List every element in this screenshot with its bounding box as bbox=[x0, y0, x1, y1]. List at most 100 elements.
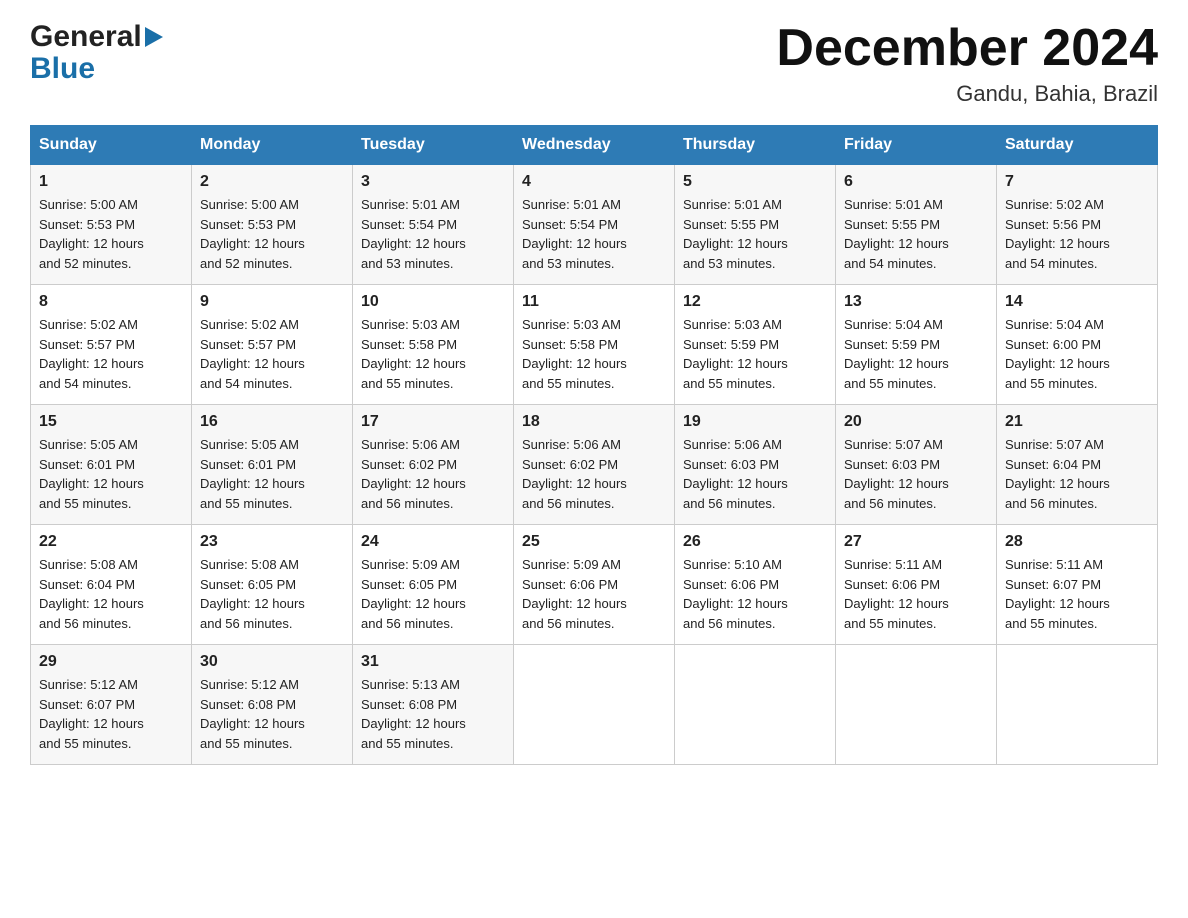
calendar-cell: 8Sunrise: 5:02 AMSunset: 5:57 PMDaylight… bbox=[31, 285, 192, 405]
logo-triangle-icon bbox=[145, 27, 163, 47]
col-header-friday: Friday bbox=[836, 126, 997, 165]
calendar-cell: 3 Sunrise: 5:01 AMSunset: 5:54 PMDaylight… bbox=[353, 165, 514, 285]
col-header-monday: Monday bbox=[192, 126, 353, 165]
calendar-cell: 26 Sunrise: 5:10 AMSunset: 6:06 PMDayligh… bbox=[675, 525, 836, 645]
day-number: 31 bbox=[361, 653, 505, 671]
day-info: Sunrise: 5:02 AMSunset: 5:57 PMDaylight:… bbox=[200, 315, 344, 393]
day-info: Sunrise: 5:07 AMSunset: 6:04 PMDaylight:… bbox=[1005, 435, 1149, 513]
day-info: Sunrise: 5:12 AMSunset: 6:08 PMDaylight:… bbox=[200, 675, 344, 753]
calendar-header-row: SundayMondayTuesdayWednesdayThursdayFrid… bbox=[31, 126, 1158, 165]
col-header-saturday: Saturday bbox=[997, 126, 1158, 165]
day-info: Sunrise: 5:10 AMSunset: 6:06 PMDaylight:… bbox=[683, 555, 827, 633]
calendar-cell: 18Sunrise: 5:06 AMSunset: 6:02 PMDayligh… bbox=[514, 405, 675, 525]
day-info: Sunrise: 5:00 AMSunset: 5:53 PMDaylight:… bbox=[200, 195, 344, 273]
logo-general-text: General bbox=[30, 20, 142, 54]
calendar-cell bbox=[836, 645, 997, 765]
calendar-cell: 17 Sunrise: 5:06 AMSunset: 6:02 PMDayligh… bbox=[353, 405, 514, 525]
day-number: 28 bbox=[1005, 533, 1149, 551]
day-info: Sunrise: 5:03 AMSunset: 5:59 PMDaylight:… bbox=[683, 315, 827, 393]
day-info: Sunrise: 5:03 AMSunset: 5:58 PMDaylight:… bbox=[522, 315, 666, 393]
calendar-cell bbox=[514, 645, 675, 765]
calendar-cell: 22 Sunrise: 5:08 AMSunset: 6:04 PMDayligh… bbox=[31, 525, 192, 645]
calendar-cell: 6Sunrise: 5:01 AMSunset: 5:55 PMDaylight… bbox=[836, 165, 997, 285]
day-info: Sunrise: 5:04 AMSunset: 6:00 PMDaylight:… bbox=[1005, 315, 1149, 393]
calendar-cell: 11 Sunrise: 5:03 AMSunset: 5:58 PMDayligh… bbox=[514, 285, 675, 405]
day-number: 21 bbox=[1005, 413, 1149, 431]
day-number: 6 bbox=[844, 173, 988, 191]
day-number: 20 bbox=[844, 413, 988, 431]
calendar-week-row: 1 Sunrise: 5:00 AMSunset: 5:53 PMDaylight… bbox=[31, 165, 1158, 285]
day-info: Sunrise: 5:00 AMSunset: 5:53 PMDaylight:… bbox=[39, 195, 183, 273]
calendar-cell: 2 Sunrise: 5:00 AMSunset: 5:53 PMDaylight… bbox=[192, 165, 353, 285]
day-info: Sunrise: 5:02 AMSunset: 5:56 PMDaylight:… bbox=[1005, 195, 1149, 273]
day-number: 26 bbox=[683, 533, 827, 551]
day-info: Sunrise: 5:09 AMSunset: 6:05 PMDaylight:… bbox=[361, 555, 505, 633]
day-number: 27 bbox=[844, 533, 988, 551]
day-number: 16 bbox=[200, 413, 344, 431]
day-info: Sunrise: 5:07 AMSunset: 6:03 PMDaylight:… bbox=[844, 435, 988, 513]
calendar-cell: 25 Sunrise: 5:09 AMSunset: 6:06 PMDayligh… bbox=[514, 525, 675, 645]
day-info: Sunrise: 5:02 AMSunset: 5:57 PMDaylight:… bbox=[39, 315, 183, 393]
day-number: 12 bbox=[683, 293, 827, 311]
day-number: 3 bbox=[361, 173, 505, 191]
calendar-cell: 1 Sunrise: 5:00 AMSunset: 5:53 PMDaylight… bbox=[31, 165, 192, 285]
calendar-cell: 28 Sunrise: 5:11 AMSunset: 6:07 PMDayligh… bbox=[997, 525, 1158, 645]
calendar-week-row: 22 Sunrise: 5:08 AMSunset: 6:04 PMDayligh… bbox=[31, 525, 1158, 645]
day-info: Sunrise: 5:11 AMSunset: 6:06 PMDaylight:… bbox=[844, 555, 988, 633]
col-header-tuesday: Tuesday bbox=[353, 126, 514, 165]
calendar-week-row: 8Sunrise: 5:02 AMSunset: 5:57 PMDaylight… bbox=[31, 285, 1158, 405]
day-info: Sunrise: 5:06 AMSunset: 6:02 PMDaylight:… bbox=[361, 435, 505, 513]
day-info: Sunrise: 5:01 AMSunset: 5:54 PMDaylight:… bbox=[361, 195, 505, 273]
day-number: 11 bbox=[522, 293, 666, 311]
calendar-cell: 29Sunrise: 5:12 AMSunset: 6:07 PMDayligh… bbox=[31, 645, 192, 765]
page-header: General Blue December 2024 Gandu, Bahia,… bbox=[30, 20, 1158, 107]
calendar-cell: 31Sunrise: 5:13 AMSunset: 6:08 PMDayligh… bbox=[353, 645, 514, 765]
calendar-cell: 24 Sunrise: 5:09 AMSunset: 6:05 PMDayligh… bbox=[353, 525, 514, 645]
calendar-cell: 23Sunrise: 5:08 AMSunset: 6:05 PMDayligh… bbox=[192, 525, 353, 645]
day-number: 24 bbox=[361, 533, 505, 551]
day-number: 15 bbox=[39, 413, 183, 431]
calendar-cell: 4Sunrise: 5:01 AMSunset: 5:54 PMDaylight… bbox=[514, 165, 675, 285]
day-number: 10 bbox=[361, 293, 505, 311]
calendar-cell: 21 Sunrise: 5:07 AMSunset: 6:04 PMDayligh… bbox=[997, 405, 1158, 525]
title-block: December 2024 Gandu, Bahia, Brazil bbox=[776, 20, 1158, 107]
calendar-cell: 20 Sunrise: 5:07 AMSunset: 6:03 PMDayligh… bbox=[836, 405, 997, 525]
calendar-cell: 14 Sunrise: 5:04 AMSunset: 6:00 PMDayligh… bbox=[997, 285, 1158, 405]
calendar-cell: 16 Sunrise: 5:05 AMSunset: 6:01 PMDayligh… bbox=[192, 405, 353, 525]
calendar-cell bbox=[997, 645, 1158, 765]
month-title: December 2024 bbox=[776, 20, 1158, 77]
calendar-cell: 27 Sunrise: 5:11 AMSunset: 6:06 PMDayligh… bbox=[836, 525, 997, 645]
day-info: Sunrise: 5:09 AMSunset: 6:06 PMDaylight:… bbox=[522, 555, 666, 633]
calendar-cell bbox=[675, 645, 836, 765]
day-info: Sunrise: 5:05 AMSunset: 6:01 PMDaylight:… bbox=[200, 435, 344, 513]
day-number: 1 bbox=[39, 173, 183, 191]
day-number: 19 bbox=[683, 413, 827, 431]
logo: General Blue bbox=[30, 20, 163, 86]
day-number: 17 bbox=[361, 413, 505, 431]
day-info: Sunrise: 5:06 AMSunset: 6:02 PMDaylight:… bbox=[522, 435, 666, 513]
day-info: Sunrise: 5:11 AMSunset: 6:07 PMDaylight:… bbox=[1005, 555, 1149, 633]
day-number: 13 bbox=[844, 293, 988, 311]
day-number: 5 bbox=[683, 173, 827, 191]
day-number: 25 bbox=[522, 533, 666, 551]
col-header-wednesday: Wednesday bbox=[514, 126, 675, 165]
calendar-cell: 19 Sunrise: 5:06 AMSunset: 6:03 PMDayligh… bbox=[675, 405, 836, 525]
calendar-cell: 10 Sunrise: 5:03 AMSunset: 5:58 PMDayligh… bbox=[353, 285, 514, 405]
day-number: 30 bbox=[200, 653, 344, 671]
location-subtitle: Gandu, Bahia, Brazil bbox=[776, 81, 1158, 107]
col-header-sunday: Sunday bbox=[31, 126, 192, 165]
day-number: 2 bbox=[200, 173, 344, 191]
day-number: 22 bbox=[39, 533, 183, 551]
day-info: Sunrise: 5:08 AMSunset: 6:05 PMDaylight:… bbox=[200, 555, 344, 633]
day-number: 9 bbox=[200, 293, 344, 311]
day-info: Sunrise: 5:03 AMSunset: 5:58 PMDaylight:… bbox=[361, 315, 505, 393]
calendar-week-row: 15 Sunrise: 5:05 AMSunset: 6:01 PMDayligh… bbox=[31, 405, 1158, 525]
day-info: Sunrise: 5:06 AMSunset: 6:03 PMDaylight:… bbox=[683, 435, 827, 513]
day-number: 14 bbox=[1005, 293, 1149, 311]
day-info: Sunrise: 5:08 AMSunset: 6:04 PMDaylight:… bbox=[39, 555, 183, 633]
day-info: Sunrise: 5:01 AMSunset: 5:55 PMDaylight:… bbox=[683, 195, 827, 273]
day-info: Sunrise: 5:12 AMSunset: 6:07 PMDaylight:… bbox=[39, 675, 183, 753]
day-info: Sunrise: 5:05 AMSunset: 6:01 PMDaylight:… bbox=[39, 435, 183, 513]
day-number: 4 bbox=[522, 173, 666, 191]
calendar-cell: 30 Sunrise: 5:12 AMSunset: 6:08 PMDayligh… bbox=[192, 645, 353, 765]
